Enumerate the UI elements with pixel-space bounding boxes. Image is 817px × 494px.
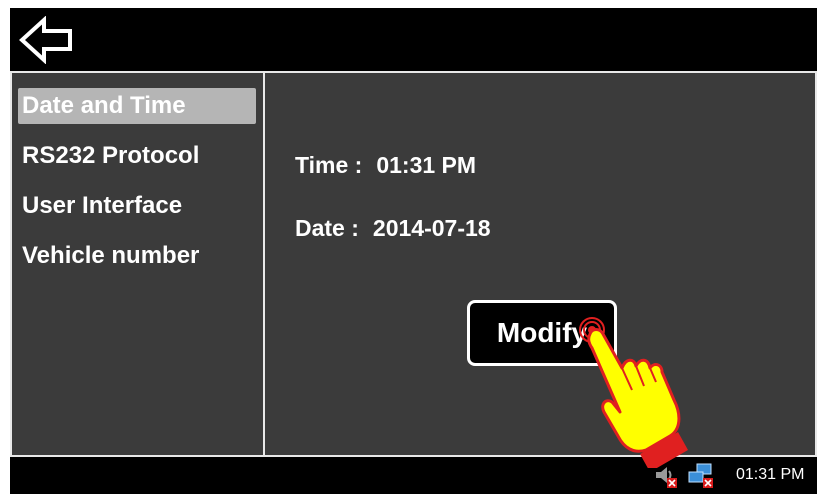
sidebar-item-date-and-time[interactable]: Date and Time [18,88,256,124]
date-row: Date : 2014-07-18 [295,215,491,242]
network-disconnected-icon[interactable] [688,463,714,489]
content-area: Time : 01:31 PM Date : 2014-07-18 Modify [265,73,815,455]
date-label: Date : [295,215,359,241]
back-arrow-icon [19,15,72,65]
date-value: 2014-07-18 [372,215,491,241]
taskbar: 01:31 PM [10,457,817,494]
time-row: Time : 01:31 PM [295,152,476,179]
time-label: Time : [295,152,363,178]
device-screen: Date and Time RS232 Protocol User Interf… [10,8,817,494]
sidebar-item-rs232-protocol[interactable]: RS232 Protocol [18,138,256,174]
settings-panel: Date and Time RS232 Protocol User Interf… [10,71,817,457]
top-bar [10,8,817,71]
sidebar: Date and Time RS232 Protocol User Interf… [12,73,265,455]
taskbar-clock: 01:31 PM [736,466,805,483]
sidebar-item-vehicle-number[interactable]: Vehicle number [18,238,256,274]
volume-muted-icon[interactable] [653,463,679,489]
modify-button[interactable]: Modify [467,300,617,366]
time-value: 01:31 PM [376,152,477,178]
back-button[interactable] [18,15,78,65]
sidebar-item-user-interface[interactable]: User Interface [18,188,256,224]
